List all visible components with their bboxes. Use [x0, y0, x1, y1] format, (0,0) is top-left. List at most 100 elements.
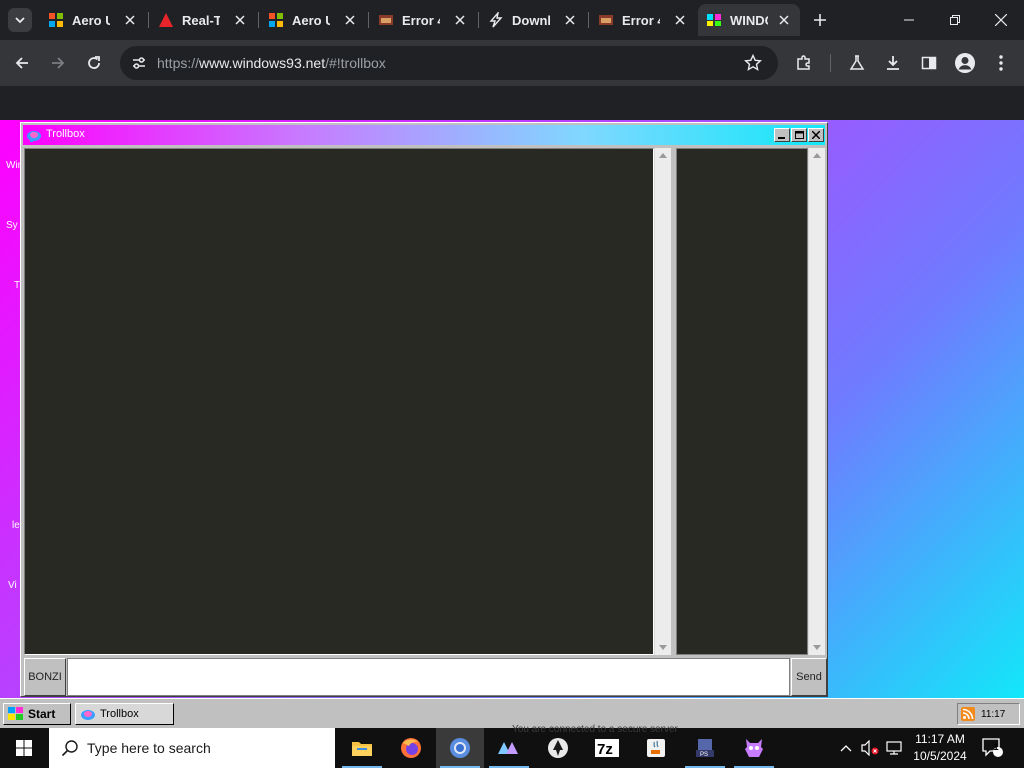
restore-icon: [950, 15, 960, 25]
taskbar-app-windows93[interactable]: [730, 728, 778, 768]
downloads-button[interactable]: [877, 47, 909, 79]
gamepad-icon: PS: [696, 739, 714, 758]
forward-button[interactable]: [42, 47, 74, 79]
user-list-panel[interactable]: [676, 148, 808, 655]
rss-icon[interactable]: [961, 707, 975, 721]
back-button[interactable]: [6, 47, 38, 79]
close-icon: [995, 14, 1007, 26]
menu-button[interactable]: [985, 47, 1017, 79]
tab-title: Real-Ti: [182, 12, 220, 28]
toolbar-divider: [830, 54, 831, 72]
folder-icon: [352, 742, 372, 756]
puzzle-icon: [797, 55, 810, 70]
page-top-strip: [0, 86, 1024, 120]
star-icon[interactable]: [744, 54, 762, 72]
minimize-window-button[interactable]: [886, 0, 932, 40]
browser-tab[interactable]: Error 4: [590, 4, 696, 36]
lightning-icon: [489, 12, 503, 28]
clock-date: 10/5/2024: [913, 749, 967, 763]
volume-button[interactable]: [860, 728, 880, 768]
w93-task-trollbox[interactable]: Trollbox: [75, 703, 174, 725]
desktop-icon-label[interactable]: Vi: [8, 580, 17, 591]
skull-icon: [745, 739, 763, 757]
send-button[interactable]: Send: [791, 658, 827, 696]
side-panel-button[interactable]: [913, 47, 945, 79]
avatar-icon: [955, 53, 975, 73]
taskbar-app-file-explorer[interactable]: [338, 728, 386, 768]
taskbar-clock[interactable]: 11:17 AM 10/5/2024: [904, 731, 976, 765]
close-tab-icon[interactable]: [452, 12, 468, 28]
close-tab-icon[interactable]: [776, 12, 792, 28]
maximize-icon: [794, 131, 804, 139]
close-tab-icon[interactable]: [342, 12, 358, 28]
close-icon: [812, 131, 820, 139]
w93-system-tray: 11:17: [957, 703, 1020, 725]
7zip-icon: 7z: [595, 739, 619, 757]
close-tab-icon[interactable]: [562, 12, 578, 28]
browser-tab[interactable]: Aero U: [40, 4, 146, 36]
start-label: Start: [28, 707, 56, 721]
scroll-up-icon[interactable]: [659, 153, 667, 158]
browser-tab[interactable]: Real-Ti: [150, 4, 256, 36]
close-tab-icon[interactable]: [122, 12, 138, 28]
site-settings-icon[interactable]: [131, 55, 147, 71]
chat-messages-area[interactable]: [24, 148, 654, 655]
window-titlebar[interactable]: Trollbox: [23, 125, 825, 145]
tab-search-button[interactable]: [8, 8, 32, 32]
windows-logo-icon: [269, 13, 283, 27]
game-thumbnail-icon: [379, 15, 393, 25]
search-placeholder: Type here to search: [87, 740, 211, 756]
browser-tab[interactable]: Downlo: [480, 4, 586, 36]
windows-start-button[interactable]: [0, 728, 48, 768]
minimize-icon: [778, 137, 785, 139]
secure-connection-ghost-text: You are connected to a secure server: [512, 724, 678, 735]
minimize-button[interactable]: [774, 128, 790, 142]
browser-tab[interactable]: Error 4: [370, 4, 476, 36]
windows93-logo-icon: [8, 707, 23, 720]
profile-button[interactable]: [949, 47, 981, 79]
maximize-button[interactable]: [791, 128, 807, 142]
message-input[interactable]: [67, 658, 790, 696]
network-button[interactable]: [884, 728, 904, 768]
browser-tab[interactable]: Aero U: [260, 4, 366, 36]
extensions-button[interactable]: [788, 47, 820, 79]
tab-title: Error 4: [622, 12, 660, 28]
windows93-icon: [707, 14, 721, 26]
notification-count: 1: [993, 742, 999, 752]
show-hidden-icons-button[interactable]: [836, 728, 856, 768]
download-icon: [887, 56, 899, 70]
tab-title: WINDO: [730, 12, 768, 28]
firefox-icon: [401, 738, 421, 758]
desktop-icon-label[interactable]: Sy: [6, 220, 18, 231]
tab-title: Downlo: [512, 12, 550, 28]
user-list-scrollbar[interactable]: [808, 148, 825, 655]
w93-start-button[interactable]: Start: [3, 703, 71, 725]
chat-scrollbar[interactable]: [654, 148, 671, 655]
reload-button[interactable]: [78, 47, 110, 79]
tab-title: Error 4: [402, 12, 440, 28]
new-tab-button[interactable]: [808, 8, 832, 32]
restore-window-button[interactable]: [932, 0, 978, 40]
url-text: https://www.windows93.net/#!trollbox: [157, 55, 386, 71]
close-window-button[interactable]: [978, 0, 1024, 40]
taskbar-app-chrome[interactable]: [436, 728, 484, 768]
browser-tab-active[interactable]: WINDO: [698, 4, 800, 36]
taskbar-app-firefox[interactable]: [387, 728, 435, 768]
bonzi-button[interactable]: BONZI: [24, 658, 66, 696]
url-scheme: https://: [157, 55, 200, 71]
desktop-icon-label[interactable]: le: [12, 520, 20, 531]
taskbar-search-box[interactable]: Type here to search: [49, 728, 335, 768]
svg-text:PS: PS: [700, 752, 708, 758]
close-tab-icon[interactable]: [672, 12, 688, 28]
action-center-button[interactable]: 1: [980, 728, 1006, 768]
labs-button[interactable]: [841, 47, 873, 79]
scroll-up-icon[interactable]: [813, 153, 821, 158]
address-bar[interactable]: https://www.windows93.net/#!trollbox: [120, 46, 778, 80]
scroll-down-icon[interactable]: [813, 645, 821, 650]
tab-title: Aero U: [72, 12, 110, 28]
scroll-down-icon[interactable]: [659, 645, 667, 650]
clock-time: 11:17 AM: [915, 732, 965, 746]
close-button[interactable]: [808, 128, 824, 142]
close-tab-icon[interactable]: [232, 12, 248, 28]
taskbar-app-ps-remote[interactable]: PS: [681, 728, 729, 768]
